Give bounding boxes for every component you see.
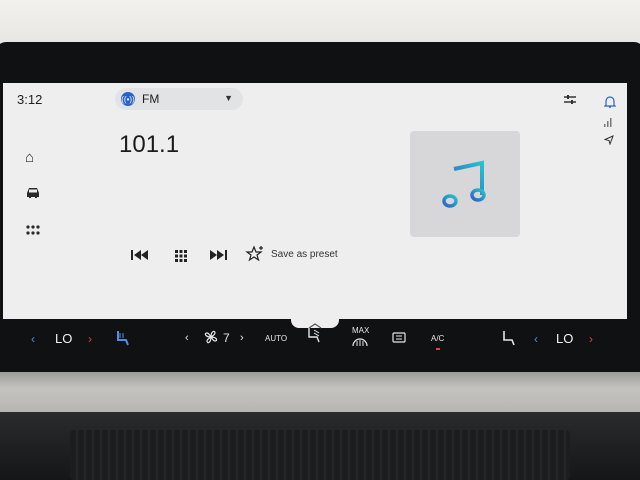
auto-button[interactable]: AUTO: [265, 334, 287, 343]
clock: 3:12: [17, 92, 43, 107]
rear-defrost-icon[interactable]: [392, 332, 406, 346]
signal-icon: [604, 117, 612, 130]
station-frequency: 101.1: [119, 131, 180, 158]
radio-icon: ((•)): [121, 92, 135, 106]
left-temp-value: LO: [55, 331, 73, 346]
right-temp-value: LO: [556, 331, 574, 346]
equalizer-icon[interactable]: [564, 95, 576, 107]
air-vent: [70, 430, 570, 480]
heated-seat-right-icon[interactable]: [500, 329, 516, 350]
fan-speed: 7: [223, 331, 230, 345]
dashboard-trim: [0, 372, 640, 412]
fan-down-button[interactable]: ‹: [185, 332, 189, 344]
max-defrost-label: MAX: [352, 326, 370, 335]
source-label: FM: [142, 92, 160, 106]
music-note-icon: [442, 160, 486, 208]
climate-bar: ‹ LO › ‹ 7 › AUTO MAX A/C ‹ LO ›: [3, 324, 627, 354]
infotainment-screen: 3:12 ((•)) FM ▼ ⌂ 101.1 Save as preset: [3, 83, 627, 319]
skip-next-icon[interactable]: [209, 249, 227, 264]
navigation-icon[interactable]: [603, 135, 614, 148]
save-preset-button[interactable]: Save as preset: [271, 249, 338, 260]
bell-icon[interactable]: [603, 95, 617, 111]
car-icon[interactable]: [25, 186, 41, 204]
apps-icon[interactable]: [25, 223, 41, 240]
star-add-icon[interactable]: [245, 245, 265, 266]
source-selector[interactable]: ((•)) FM ▼: [115, 88, 243, 110]
fan-icon: [202, 328, 220, 349]
left-temp-down-button[interactable]: ‹: [31, 332, 35, 346]
ac-indicator: [436, 348, 440, 350]
right-temp-up-button[interactable]: ›: [589, 332, 593, 346]
airflow-icon[interactable]: [306, 327, 322, 346]
left-temp-up-button[interactable]: ›: [88, 332, 92, 346]
ac-button[interactable]: A/C: [431, 334, 444, 343]
heated-seat-left-icon[interactable]: [114, 329, 130, 350]
home-icon[interactable]: ⌂: [25, 149, 34, 166]
album-art: [410, 131, 520, 237]
keypad-icon[interactable]: [174, 249, 188, 266]
max-defrost-icon[interactable]: [352, 336, 368, 351]
fan-up-button[interactable]: ›: [240, 332, 244, 344]
chevron-down-icon: ▼: [224, 93, 233, 103]
right-temp-down-button[interactable]: ‹: [534, 332, 538, 346]
skip-previous-icon[interactable]: [131, 249, 149, 264]
